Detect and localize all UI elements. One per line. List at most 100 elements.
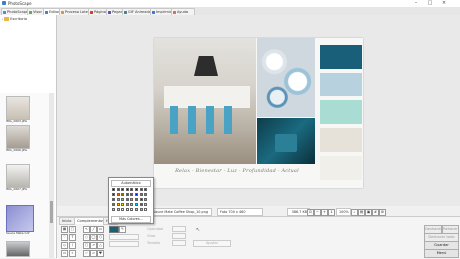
color-cell[interactable] (125, 193, 129, 196)
crop-view-icon[interactable]: ▣ (365, 209, 372, 216)
star-icon[interactable]: ☆ (83, 250, 90, 257)
expand-icon[interactable]: › (2, 17, 3, 21)
color-cell[interactable] (130, 188, 134, 191)
color-cell[interactable] (121, 188, 125, 191)
color-cell[interactable] (116, 193, 120, 196)
menu-button[interactable]: Menú (424, 249, 459, 258)
color-cell[interactable] (135, 198, 138, 201)
circle-icon[interactable]: ○ (83, 234, 90, 241)
tree-item-escritorio[interactable]: › Escritorio (2, 17, 27, 21)
color-cell[interactable] (139, 193, 143, 196)
compare-icon[interactable]: ▤ (358, 209, 365, 216)
line-width-field[interactable] (109, 234, 139, 240)
pointer-icon[interactable]: ↖ (83, 226, 90, 233)
tab-inicio[interactable]: Inicio (59, 217, 75, 225)
opacity-field[interactable] (172, 226, 186, 232)
thumbnail-image[interactable] (6, 125, 30, 149)
settings-icon[interactable]: ⚙ (379, 209, 386, 216)
color-cell[interactable] (112, 193, 115, 196)
tab-ayuda[interactable]: Ayuda (171, 8, 195, 15)
more-colors-button[interactable]: Más Colores... (111, 216, 151, 223)
color-cell[interactable] (135, 193, 138, 196)
color-cell[interactable] (144, 208, 148, 211)
eyedropper-icon[interactable]: ✎ (119, 226, 126, 233)
color-cell[interactable] (135, 203, 138, 206)
color-cell[interactable] (121, 208, 125, 211)
fit-screen-icon[interactable]: ⊡ (307, 209, 314, 216)
color-cell[interactable] (144, 193, 148, 196)
scrollbar-thumb[interactable] (50, 201, 53, 223)
rectangle-icon[interactable]: ▭ (97, 226, 104, 233)
color-picker-popup: Automático Más Colores... (108, 177, 154, 224)
callout-icon[interactable]: ▱ (90, 250, 97, 257)
color-cell[interactable] (121, 203, 125, 206)
automatic-color-button[interactable]: Automático (111, 180, 151, 187)
brush-icon[interactable]: ∕ (69, 242, 76, 249)
color-cell[interactable] (116, 208, 120, 211)
color-cell[interactable] (116, 188, 120, 191)
thumbnail-image[interactable] (6, 164, 30, 188)
color-cell[interactable] (112, 198, 115, 201)
color-cell[interactable] (125, 208, 129, 211)
triangle-icon[interactable]: △ (97, 242, 104, 249)
folder-tree[interactable]: › Escritorio (0, 15, 55, 94)
color-cell[interactable] (144, 198, 148, 201)
color-picker-button[interactable] (109, 226, 119, 233)
color-cell[interactable] (121, 198, 125, 201)
color-cell[interactable] (135, 208, 138, 211)
shape-icon[interactable]: ◇ (61, 242, 68, 249)
color-cell[interactable] (116, 198, 120, 201)
image-canvas[interactable]: Relax - Bienestar - Luz - Profundidad - … (154, 38, 363, 188)
zoom-in-icon[interactable]: + (321, 209, 328, 216)
actual-size-icon[interactable]: 1 (328, 209, 335, 216)
color-cell[interactable] (139, 203, 143, 206)
heart-icon[interactable]: ♡ (61, 234, 68, 241)
apply-button[interactable]: Ajustar (193, 240, 231, 247)
color-cell[interactable] (125, 198, 129, 201)
ellipse-icon[interactable]: ◯ (90, 234, 97, 241)
color-cell[interactable] (135, 188, 138, 191)
grid-icon[interactable]: # (372, 209, 379, 216)
color-cell[interactable] (112, 208, 115, 211)
thumbnail-image-selected[interactable] (6, 205, 34, 232)
color-cell[interactable] (112, 203, 115, 206)
text-icon[interactable]: T (69, 234, 76, 241)
crop-icon[interactable]: ⌗ (69, 250, 76, 257)
color-cell[interactable] (144, 203, 148, 206)
zoom-icon[interactable]: ⌕ (351, 209, 358, 216)
color-cell[interactable] (116, 203, 120, 206)
minimize-icon[interactable]: – (410, 0, 422, 7)
line-style-field[interactable] (109, 241, 139, 247)
color-cell[interactable] (130, 193, 134, 196)
color-cell[interactable] (130, 208, 134, 211)
thumbnail-image[interactable] (6, 241, 30, 257)
heart-shape-icon[interactable]: ♥ (97, 250, 104, 257)
color-cell[interactable] (139, 208, 143, 211)
bar-stool (206, 106, 214, 134)
maximize-icon[interactable]: □ (424, 0, 436, 7)
color-cell[interactable] (139, 198, 143, 201)
size-label: Tamaño (147, 241, 161, 245)
size-field[interactable] (172, 240, 186, 246)
color-cell[interactable] (130, 198, 134, 201)
close-icon[interactable]: × (438, 0, 450, 7)
frame-icon[interactable]: ▢ (69, 226, 76, 233)
color-cell[interactable] (125, 203, 129, 206)
color-cell[interactable] (125, 188, 129, 191)
zoom-level[interactable]: 100% (336, 208, 351, 216)
color-cell[interactable] (121, 193, 125, 196)
arrow-icon[interactable]: ↗ (90, 242, 97, 249)
color-cell[interactable] (130, 203, 134, 206)
zoom-out-icon[interactable]: − (314, 209, 321, 216)
line-icon[interactable]: ╱ (90, 226, 97, 233)
rounded-rect-icon[interactable]: ▢ (83, 242, 90, 249)
rotate-field[interactable] (172, 233, 186, 239)
color-cell[interactable] (139, 188, 143, 191)
color-cell[interactable] (112, 188, 115, 191)
color-cell[interactable] (144, 188, 148, 191)
image-icon[interactable]: ▦ (61, 226, 68, 233)
thumbnail-scrollbar[interactable] (49, 93, 54, 258)
bubble-icon[interactable]: ▭ (61, 250, 68, 257)
polygon-icon[interactable]: ⬡ (97, 234, 104, 241)
thumbnail-image[interactable] (6, 96, 30, 120)
